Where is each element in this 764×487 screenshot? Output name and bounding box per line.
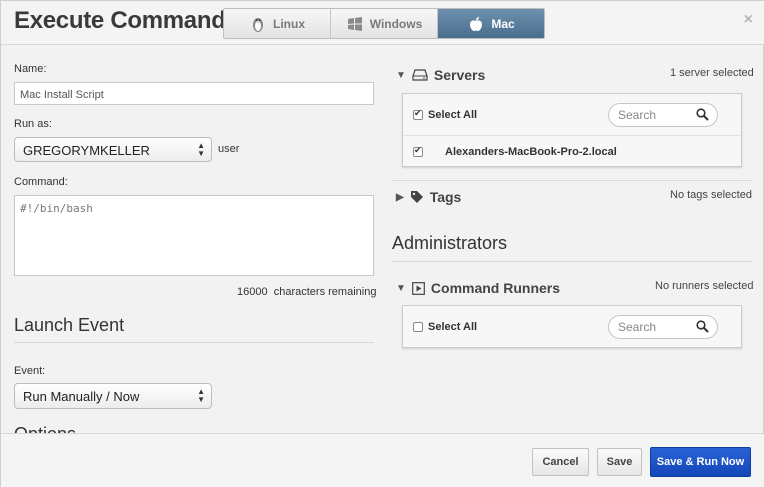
runners-selected-note: No runners selected [655, 280, 754, 292]
select-arrows-icon: ▲ ▼ [197, 141, 205, 158]
command-textarea[interactable]: #!/bin/bash [14, 195, 374, 276]
servers-select-all-checkbox[interactable] [413, 108, 423, 120]
caret-down-icon: ▼ [396, 282, 406, 294]
tag-icon [410, 191, 423, 203]
tab-linux[interactable]: Linux [224, 9, 331, 38]
list-item[interactable]: Alexanders-MacBook-Pro-2.local [403, 137, 741, 167]
cancel-button[interactable]: Cancel [532, 448, 589, 476]
dialog-title: Execute Command [14, 7, 226, 34]
event-label: Event: [14, 365, 46, 377]
tab-linux-label: Linux [273, 16, 305, 31]
name-label: Name: [14, 63, 47, 75]
close-icon[interactable]: × [744, 11, 753, 29]
servers-header[interactable]: ▼ Servers [396, 67, 485, 83]
linux-penguin-icon [253, 17, 263, 32]
server-item-name: Alexanders-MacBook-Pro-2.local [445, 146, 617, 158]
runners-select-all-label: Select All [428, 320, 478, 333]
server-drive-icon [412, 69, 428, 81]
name-field[interactable]: Mac Install Script [14, 82, 374, 105]
tags-title: Tags [429, 189, 462, 205]
caret-down-icon: ▼ [396, 69, 406, 81]
runners-select-all-checkbox[interactable] [413, 321, 423, 332]
launch-event-title: Launch Event [14, 315, 125, 335]
tags-selected-note: No tags selected [670, 189, 752, 201]
dialog-footer: Cancel Save Save & Run Now [1, 433, 764, 487]
windows-logo-icon [347, 16, 362, 31]
tags-header[interactable]: ▶ Tags [396, 189, 461, 205]
servers-divider [392, 180, 752, 181]
runners-search-input[interactable]: Search [608, 315, 718, 339]
run-as-suffix: user [218, 143, 240, 155]
os-tab-group: Linux Windows Mac [223, 8, 545, 39]
command-runners-header[interactable]: ▼ Command Runners [396, 280, 560, 296]
runners-select-all-row: Select All Search [403, 306, 741, 347]
apple-logo-icon [470, 16, 483, 31]
administrators-title: Administrators [392, 233, 508, 253]
runners-search-placeholder: Search [618, 320, 657, 334]
servers-search-input[interactable]: Search [608, 103, 718, 127]
tab-mac[interactable]: Mac [438, 9, 544, 38]
run-as-value: GREGORYMKELLER [23, 143, 150, 158]
command-label: Command: [14, 176, 68, 188]
event-value: Run Manually / Now [23, 389, 140, 404]
servers-search-placeholder: Search [618, 108, 657, 122]
play-box-icon [412, 281, 425, 295]
chars-text: characters remaining [273, 286, 377, 298]
run-as-select[interactable]: GREGORYMKELLER ▲ ▼ [14, 137, 212, 162]
save-and-run-button[interactable]: Save & Run Now [650, 447, 751, 477]
servers-select-all-label: Select All [428, 108, 478, 121]
search-icon [696, 320, 709, 333]
dialog-header: Execute Command Linux Windows Mac × [1, 1, 764, 45]
tab-windows-label: Windows [369, 16, 423, 31]
servers-selected-note: 1 server selected [670, 67, 754, 79]
server-item-checkbox[interactable] [413, 145, 423, 157]
caret-right-icon: ▶ [396, 191, 404, 203]
administrators-divider [392, 261, 752, 262]
chars-remaining: 16000 characters remaining [237, 286, 376, 298]
search-icon [696, 108, 709, 121]
tab-windows[interactable]: Windows [331, 9, 438, 38]
chars-count: 16000 [237, 286, 268, 298]
select-arrows-icon: ▲ ▼ [197, 387, 205, 404]
tab-mac-label: Mac [491, 16, 515, 31]
execute-command-dialog: Execute Command Linux Windows Mac × Name… [0, 0, 764, 487]
command-runners-title: Command Runners [430, 280, 561, 296]
servers-box: Select All Search Alexanders-MacBook-Pro… [402, 93, 742, 167]
servers-title: Servers [433, 67, 486, 83]
options-section-title: Options [14, 425, 76, 433]
runners-box: Select All Search [402, 305, 742, 348]
servers-select-all-row: Select All Search [403, 94, 741, 136]
run-as-label: Run as: [14, 118, 52, 130]
save-button[interactable]: Save [597, 448, 642, 476]
event-select[interactable]: Run Manually / Now ▲ ▼ [14, 383, 212, 409]
launch-event-divider [14, 342, 374, 343]
